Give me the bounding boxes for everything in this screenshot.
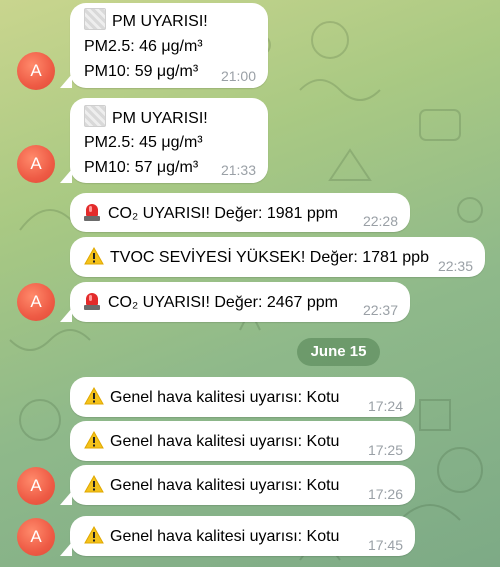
avatar[interactable]: A — [17, 467, 55, 505]
message-text: TVOC SEVİYESİ YÜKSEK! Değer: 1781 ppb — [84, 246, 429, 269]
warning-icon — [84, 387, 104, 405]
message-text: PM10: 59 μg/m³ — [84, 63, 199, 80]
avatar[interactable]: A — [17, 52, 55, 90]
message-bubble[interactable]: CO₂ UYARISI! Değer: 1981 ppm 22:28 — [70, 193, 410, 232]
message-text: PM10: 57 μg/m³ — [84, 159, 199, 176]
message-text: Genel hava kalitesi uyarısı: Kotu — [84, 386, 339, 409]
message-bubble[interactable]: Genel hava kalitesi uyarısı: Kotu 17:26 — [70, 465, 415, 505]
message-time: 22:35 — [437, 258, 473, 274]
message-bubble[interactable]: TVOC SEVİYESİ YÜKSEK! Değer: 1781 ppb 22… — [70, 237, 485, 277]
message-text: Genel hava kalitesi uyarısı: Kotu — [84, 525, 339, 548]
image-icon — [84, 8, 106, 30]
message-text: CO₂ UYARISI! Değer: 1981 ppm — [84, 202, 338, 225]
message-text: PM UYARISI! — [84, 8, 208, 33]
message-bubble[interactable]: Genel hava kalitesi uyarısı: Kotu 17:45 — [70, 516, 415, 556]
message-time: 17:25 — [367, 442, 403, 458]
message-time: 17:24 — [367, 398, 403, 414]
message-time: 17:45 — [367, 537, 403, 553]
message-text: CO₂ UYARISI! Değer: 2467 ppm — [84, 291, 338, 314]
message-text: Genel hava kalitesi uyarısı: Kotu — [84, 474, 339, 497]
message-bubble[interactable]: PM UYARISI! PM2.5: 45 μg/m³ PM10: 57 μg/… — [70, 98, 268, 183]
warning-icon — [84, 247, 104, 265]
message-time: 22:28 — [362, 213, 398, 229]
message-text: PM2.5: 45 μg/m³ — [84, 134, 203, 151]
message-bubble[interactable]: Genel hava kalitesi uyarısı: Kotu 17:24 — [70, 377, 415, 417]
message-time: 22:37 — [362, 302, 398, 318]
message-text: PM2.5: 46 μg/m³ — [84, 38, 203, 55]
warning-icon — [84, 526, 104, 544]
message-bubble[interactable]: Genel hava kalitesi uyarısı: Kotu 17:25 — [70, 421, 415, 461]
siren-icon — [84, 292, 100, 310]
message-bubble[interactable]: PM UYARISI! PM2.5: 46 μg/m³ PM10: 59 μg/… — [70, 3, 268, 88]
avatar[interactable]: A — [17, 518, 55, 556]
date-separator: June 15 — [297, 338, 380, 366]
avatar[interactable]: A — [17, 145, 55, 183]
message-time: 17:26 — [367, 486, 403, 502]
message-text: PM UYARISI! — [84, 105, 208, 130]
message-bubble[interactable]: CO₂ UYARISI! Değer: 2467 ppm 22:37 — [70, 282, 410, 322]
message-text: Genel hava kalitesi uyarısı: Kotu — [84, 430, 339, 453]
message-time: 21:00 — [220, 68, 256, 84]
avatar[interactable]: A — [17, 283, 55, 321]
image-icon — [84, 105, 106, 127]
warning-icon — [84, 475, 104, 493]
siren-icon — [84, 203, 100, 221]
warning-icon — [84, 431, 104, 449]
message-time: 21:33 — [220, 162, 256, 178]
